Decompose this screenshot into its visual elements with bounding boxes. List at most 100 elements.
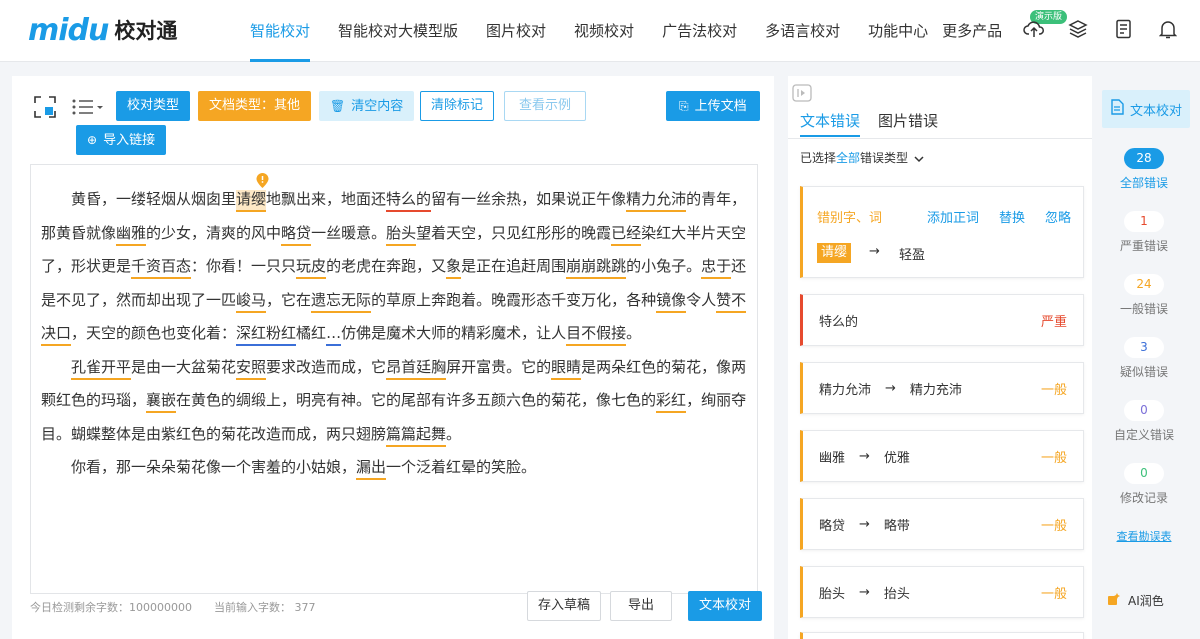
error-mark[interactable]: 孔雀开平: [71, 357, 132, 380]
error-mark[interactable]: 精力允沛: [626, 190, 687, 212]
error-card[interactable]: 精力允沛 → 精力充沛 一般: [800, 362, 1084, 414]
text-check-submit-button[interactable]: 文本校对: [688, 591, 763, 621]
check-type-button[interactable]: 校对类型: [116, 91, 191, 121]
nav-item-ad-law-check[interactable]: 广告法校对: [662, 0, 737, 62]
error-card[interactable]: 略贷 → 略带 一般: [800, 498, 1084, 550]
stat-all-errors[interactable]: 28 全部错误: [1098, 148, 1190, 191]
error-mark[interactable]: 镜像: [656, 290, 687, 313]
view-example-button[interactable]: 查看示例: [504, 91, 587, 121]
tab-image-errors[interactable]: 图片错误: [878, 110, 938, 137]
nav-item-video-check[interactable]: 视频校对: [574, 0, 634, 62]
trash-icon: 🗑: [330, 99, 346, 113]
clear-content-button[interactable]: 🗑 清空内容: [319, 91, 415, 121]
text-span: 望着天空，只见红彤彤的晚霞: [416, 223, 612, 242]
ai-polish-button[interactable]: AI润色: [1106, 591, 1164, 610]
ai-magic-icon: [1106, 591, 1122, 610]
error-mark[interactable]: 略贷: [281, 223, 312, 246]
error-mark[interactable]: 漏出: [356, 458, 387, 480]
error-mark[interactable]: 彩红: [656, 391, 687, 413]
doc-type-button[interactable]: 文档类型：其他: [198, 91, 312, 121]
error-type-filter[interactable]: 已选择全部错误类型: [800, 149, 924, 166]
layers-icon[interactable]: [1066, 17, 1090, 41]
upload-document-button[interactable]: ⎘ 上传文档: [666, 91, 760, 121]
document-edit-icon[interactable]: [1112, 17, 1136, 41]
error-mark-suspect[interactable]: …: [326, 324, 342, 346]
error-mark-severe[interactable]: 特么的: [386, 190, 432, 212]
error-mark[interactable]: 玩皮: [296, 257, 327, 279]
tab-text-errors[interactable]: 文本错误: [800, 110, 861, 137]
error-mark[interactable]: 遗忘无际: [311, 290, 372, 313]
text-span: 你看，那一朵朵菊花像一个害羞的小姑娘，: [71, 458, 357, 476]
error-mark-active[interactable]: 请缨: [236, 190, 267, 212]
nav-item-feature-center[interactable]: 功能中心: [868, 0, 928, 62]
error-mark[interactable]: 襄嵌: [146, 391, 177, 413]
stat-general-errors[interactable]: 24 一般错误: [1098, 274, 1190, 317]
error-mark[interactable]: 已经: [611, 223, 642, 246]
logo-mark: midu: [28, 13, 109, 48]
error-card[interactable]: 幽雅 → 优雅 一般: [800, 430, 1084, 482]
error-mark[interactable]: 安照: [236, 357, 267, 380]
nav-item-smart-check[interactable]: 智能校对: [250, 0, 311, 62]
error-mark-suspect[interactable]: 深红粉红: [236, 324, 297, 346]
error-mark[interactable]: 篇篇起舞: [386, 424, 447, 447]
text-span: ：你看！一只只: [191, 257, 297, 275]
editor-content[interactable]: 黄昏，一缕轻烟从烟囱里请缨地飘出来，地面还特么的留有一丝余热，如果说正午像精力允…: [41, 183, 751, 485]
text-editor[interactable]: 黄昏，一缕轻烟从烟囱里请缨地飘出来，地面还特么的留有一丝余热，如果说正午像精力允…: [30, 164, 758, 594]
error-mark[interactable]: 眼睛: [551, 357, 582, 380]
logo[interactable]: midu 校对通: [28, 16, 177, 46]
import-link-button[interactable]: ⊕ 导入链接: [76, 125, 167, 155]
replace-button[interactable]: 替换: [999, 211, 1025, 226]
nav-item-multilang-check[interactable]: 多语言校对: [765, 0, 840, 62]
error-mark[interactable]: 忠于: [701, 257, 732, 279]
text-span: 黄昏，一缕轻烟从烟囱里: [71, 190, 237, 208]
bell-icon[interactable]: [1156, 17, 1180, 41]
error-card[interactable]: 特么的 严重: [800, 294, 1084, 346]
error-level-badge: 一般: [1040, 450, 1067, 466]
error-level-badge: 严重: [1040, 314, 1067, 330]
word-count-info: 今日检测剩余字数：100000000 当前输入字数： 377: [30, 599, 338, 615]
nav-item-more-products[interactable]: 更多产品: [942, 0, 1002, 62]
results-panel: 文本错误 图片错误 已选择全部错误类型 错别字、词 添加正词 替换 忽略 请缨 → …: [788, 76, 1092, 639]
list-menu-icon[interactable]: [70, 94, 106, 120]
text-span: 的少女，清爽的风中: [146, 223, 282, 242]
stat-edit-history[interactable]: 0 修改记录: [1098, 463, 1190, 506]
nav-menu: 智能校对 智能校对大模型版 图片校对 视频校对 广告法校对 多语言校对 功能中心…: [250, 0, 1030, 62]
add-correct-word-button[interactable]: 添加正词: [927, 211, 979, 226]
error-mark[interactable]: 千资百态: [131, 257, 192, 279]
error-mark[interactable]: 胎头: [386, 223, 417, 246]
error-card-active[interactable]: 错别字、词 添加正词 替换 忽略 请缨 → 轻盈: [800, 186, 1084, 278]
error-original: 精力允沛: [819, 382, 872, 398]
arrow-right-icon: →: [885, 380, 896, 396]
collapse-panel-icon[interactable]: [792, 84, 812, 102]
text-span: 。: [446, 424, 462, 443]
error-mark[interactable]: 目不假接: [566, 324, 627, 346]
stat-custom-errors[interactable]: 0 自定义错误: [1098, 400, 1190, 443]
error-suggestion: 抬头: [883, 586, 910, 602]
error-mark[interactable]: 崩崩跳跳: [566, 257, 627, 279]
errata-table-link[interactable]: 查看勘误表: [1098, 528, 1190, 544]
nav-item-image-check[interactable]: 图片校对: [486, 0, 546, 62]
error-mark[interactable]: 幽雅: [116, 223, 147, 246]
error-mark[interactable]: 峻马: [236, 290, 267, 313]
stat-severe-errors[interactable]: 1 严重错误: [1098, 211, 1190, 254]
error-card-partial[interactable]: [800, 632, 1084, 639]
upload-label: 上传文档: [694, 99, 747, 114]
nav-item-llm-check[interactable]: 智能校对大模型版: [338, 0, 458, 62]
stat-label: 修改记录: [1119, 491, 1168, 505]
text-span: ，天空的颜色也变化着：: [71, 324, 237, 342]
text-span: 在黄色的绸缎上，明亮有神。它的尾部有许多五颜六色的菊花，像七色的: [176, 391, 657, 409]
expand-icon[interactable]: [32, 94, 58, 120]
export-button[interactable]: 导出: [610, 591, 673, 621]
error-row: 略贷 → 略带: [819, 499, 910, 549]
save-draft-button[interactable]: 存入草稿: [527, 591, 602, 621]
text-span: ，它在: [266, 290, 312, 309]
stat-count: 1: [1124, 211, 1164, 232]
clear-marks-button[interactable]: 清除标记: [420, 91, 495, 121]
stat-suspect-errors[interactable]: 3 疑似错误: [1098, 337, 1190, 380]
error-card[interactable]: 胎头 → 抬头 一般: [800, 566, 1084, 618]
ignore-button[interactable]: 忽略: [1045, 211, 1071, 226]
error-mark[interactable]: 昂首廷胸: [386, 357, 447, 380]
text-check-tab[interactable]: 文本校对: [1102, 90, 1190, 128]
error-mark[interactable]: 象: [446, 257, 462, 279]
cloud-upload-icon[interactable]: [1022, 17, 1046, 41]
